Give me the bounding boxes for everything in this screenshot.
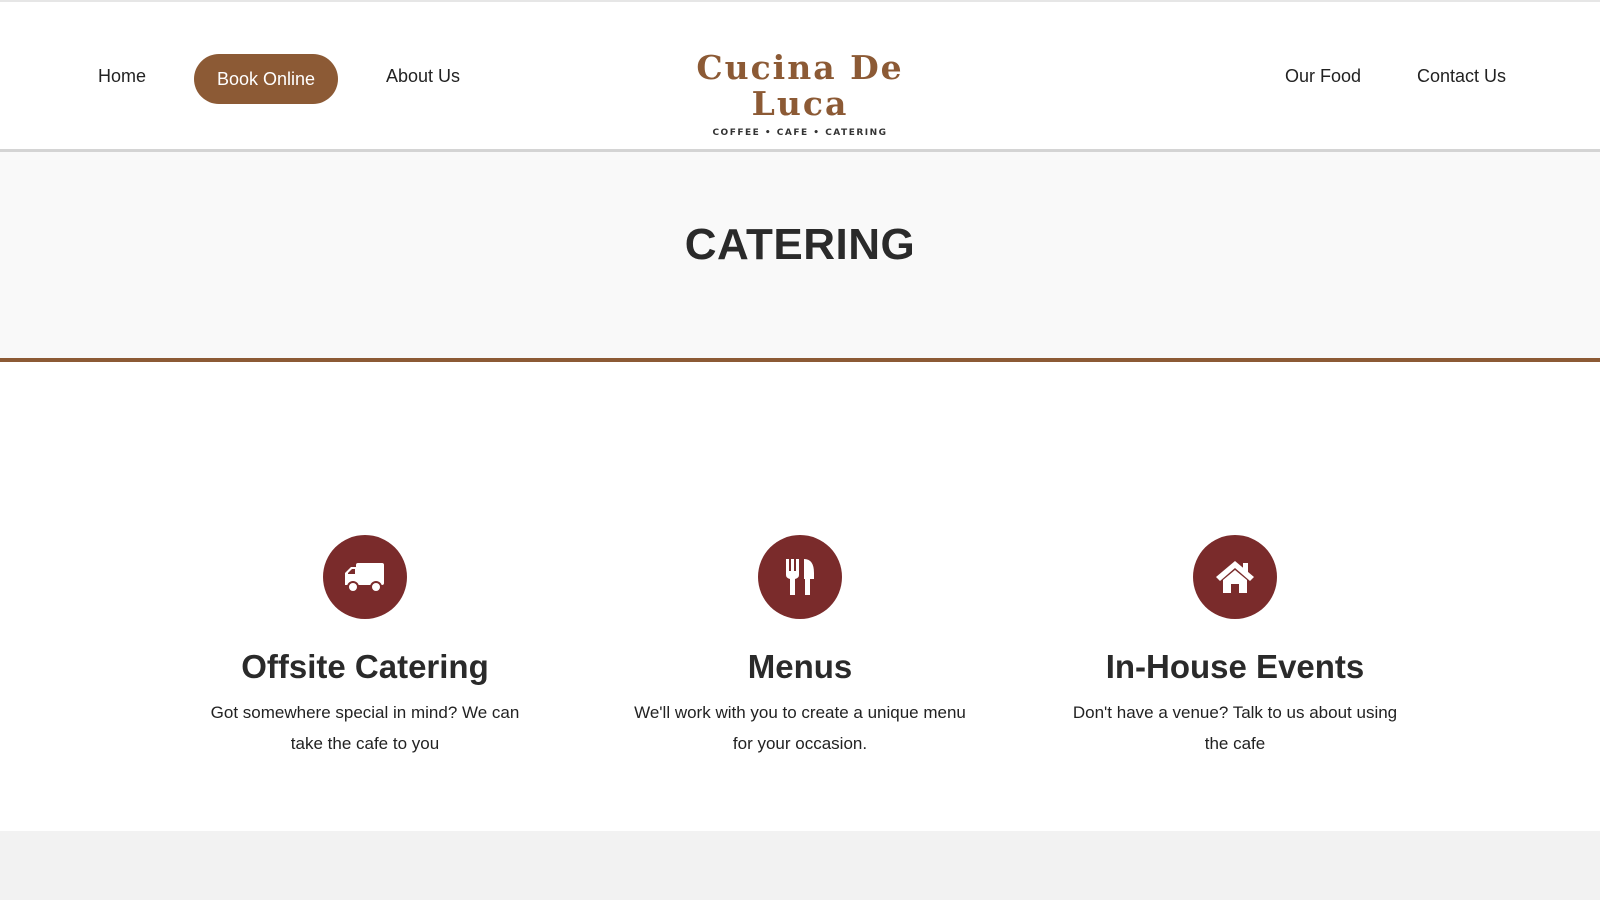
- feature-title: Menus: [747, 648, 853, 685]
- book-online-button[interactable]: Book Online: [194, 54, 338, 104]
- truck-icon: [323, 535, 407, 619]
- feature-title: In-House Events: [1105, 648, 1365, 685]
- logo-tagline: COFFEE • CAFE • CATERING: [712, 128, 888, 138]
- feature-menus: Menus We'll work with you to create a un…: [610, 535, 990, 759]
- nav-contact-link[interactable]: Contact Us: [1417, 66, 1506, 87]
- footer-band: [0, 831, 1600, 900]
- logo-wordmark: Cucina De Luca: [696, 48, 904, 123]
- feature-description: We'll work with you to create a unique m…: [634, 703, 966, 753]
- nav-our-food-link[interactable]: Our Food: [1285, 66, 1361, 87]
- feature-in-house-events: In-House Events Don't have a venue? Talk…: [1045, 535, 1425, 759]
- site-header: Home Book Online About Us Cucina De Luca…: [0, 2, 1600, 152]
- feature-description: Got somewhere special in mind? We can ta…: [210, 703, 520, 753]
- feature-description: Don't have a venue? Talk to us about usi…: [1072, 703, 1398, 753]
- nav-home-link[interactable]: Home: [98, 66, 146, 87]
- utensils-icon: [758, 535, 842, 619]
- page-hero: CATERING: [0, 152, 1600, 362]
- site-logo[interactable]: Cucina De Luca COFFEE • CAFE • CATERING: [650, 50, 950, 139]
- feature-title: Offsite Catering: [241, 648, 489, 685]
- home-icon: [1193, 535, 1277, 619]
- page-title: CATERING: [684, 220, 916, 269]
- feature-offsite-catering: Offsite Catering Got somewhere special i…: [175, 535, 555, 759]
- nav-about-link[interactable]: About Us: [386, 66, 460, 87]
